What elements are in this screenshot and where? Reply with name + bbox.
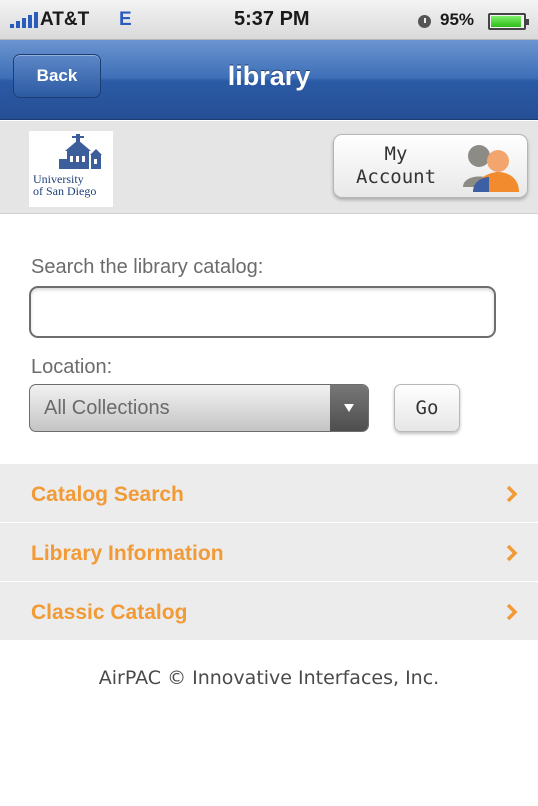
- navigation-bar: Back library: [0, 40, 538, 120]
- menu-item-label: Classic Catalog: [31, 601, 188, 624]
- signal-strength-icon: [10, 12, 38, 28]
- my-account-button[interactable]: My Account: [333, 134, 528, 198]
- header-band: University of San Diego My Account: [0, 121, 538, 214]
- chevron-down-icon: [330, 385, 368, 431]
- battery-icon: [488, 13, 529, 30]
- chevron-right-icon: [506, 544, 518, 562]
- menu-item-classic-catalog[interactable]: Classic Catalog: [0, 582, 538, 640]
- chevron-right-icon: [506, 603, 518, 621]
- footer-copyright: AirPAC © Innovative Interfaces, Inc.: [98, 667, 440, 689]
- menu-item-catalog-search[interactable]: Catalog Search: [0, 464, 538, 523]
- my-account-label: My Account: [355, 143, 437, 188]
- go-button[interactable]: Go: [394, 384, 460, 432]
- location-selected-value: All Collections: [44, 397, 170, 419]
- menu-item-library-information[interactable]: Library Information: [0, 523, 538, 582]
- status-time: 5:37 PM: [234, 8, 310, 30]
- alarm-icon: [418, 15, 431, 28]
- status-bar: AT&T E 5:37 PM 95%: [0, 0, 538, 40]
- catalog-search-input[interactable]: [29, 286, 496, 338]
- menu-item-label: Catalog Search: [31, 483, 184, 506]
- search-label: Search the library catalog:: [31, 256, 264, 278]
- menu-item-label: Library Information: [31, 542, 224, 565]
- carrier-name: AT&T: [40, 9, 90, 30]
- network-type: E: [119, 9, 132, 30]
- location-label: Location:: [31, 356, 113, 378]
- university-logo: University of San Diego: [29, 131, 113, 207]
- users-icon: [463, 145, 519, 192]
- battery-percentage: 95%: [440, 10, 475, 29]
- logo-text: University of San Diego: [33, 172, 97, 198]
- location-select[interactable]: All Collections: [29, 384, 369, 432]
- page-title: library: [227, 61, 311, 91]
- menu-list: Catalog Search Library Information Class…: [0, 464, 538, 640]
- chevron-right-icon: [506, 485, 518, 503]
- battery-level-fill: [491, 16, 522, 27]
